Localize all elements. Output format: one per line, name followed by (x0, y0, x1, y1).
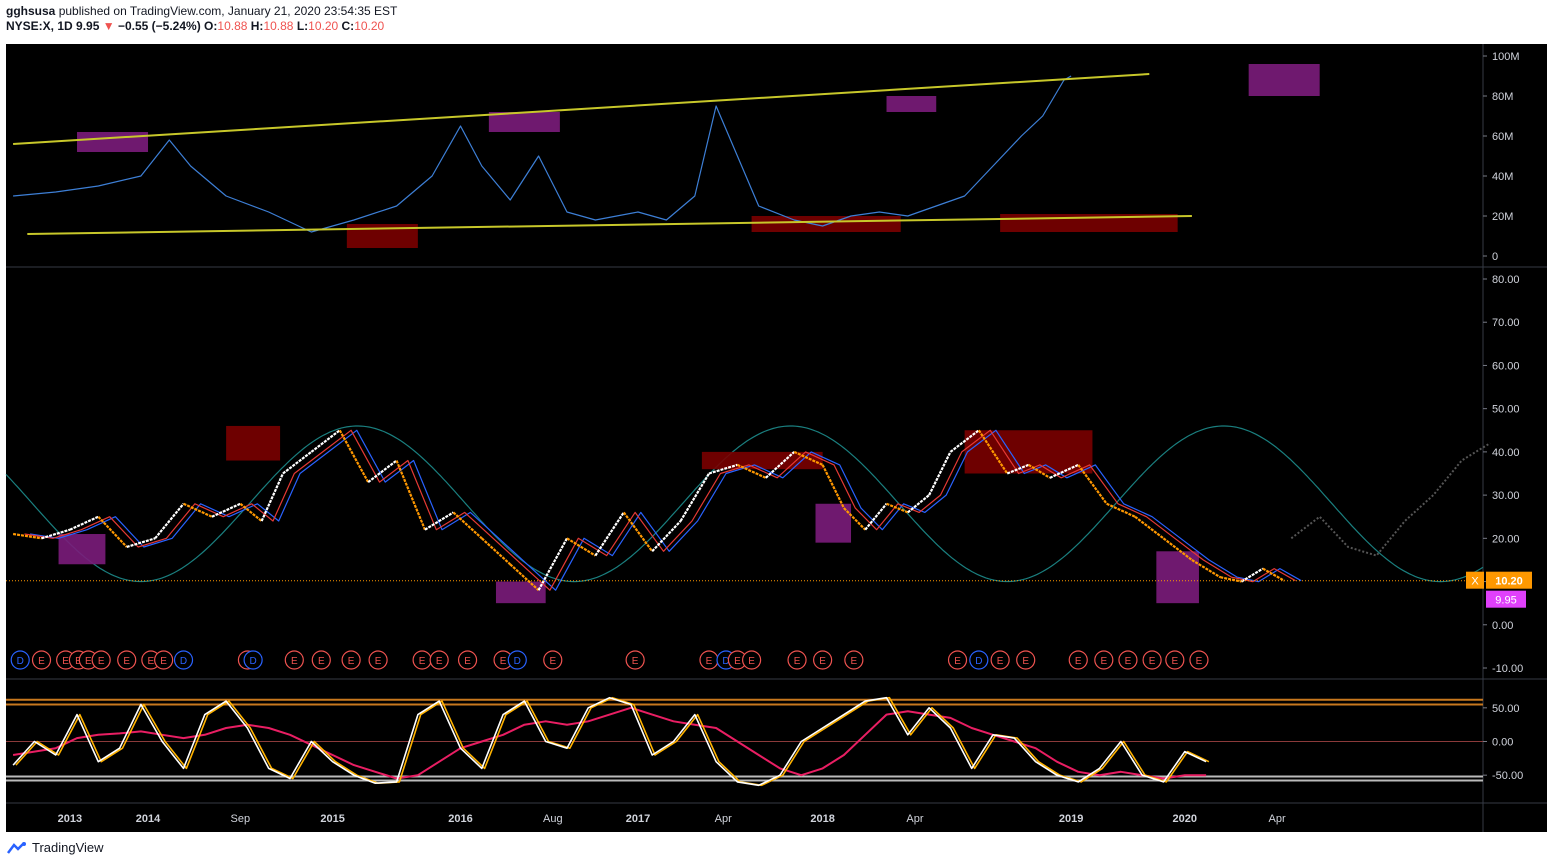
x-axis-tick-label: Apr (1269, 813, 1286, 825)
x-axis-tick-label: 2015 (320, 813, 344, 825)
y-axis-tick-label: 70.00 (1492, 317, 1520, 329)
footer-brand[interactable]: TradingView (32, 840, 104, 855)
event-label: E (419, 656, 426, 667)
event-label: E (348, 656, 355, 667)
event-label: E (436, 656, 443, 667)
y-axis-tick-label: -10.00 (1492, 663, 1523, 675)
y-axis-tick-label: 0 (1492, 251, 1498, 263)
event-label: E (85, 656, 92, 667)
event-label: E (706, 656, 713, 667)
event-label: E (38, 656, 45, 667)
event-label: E (734, 656, 741, 667)
event-label: E (549, 656, 556, 667)
event-label: E (997, 656, 1004, 667)
y-axis-tick-label: 60M (1492, 131, 1513, 143)
x-axis-tick-label: 2019 (1059, 813, 1083, 825)
y-axis-tick-label: 40M (1492, 171, 1513, 183)
event-label: D (975, 656, 982, 667)
event-label: E (148, 656, 155, 667)
purple-highlight-box (886, 96, 937, 112)
last-price-badge-label: 10.20 (1495, 576, 1523, 588)
red-highlight-box (751, 216, 901, 232)
y-axis-tick-label: 0.00 (1492, 737, 1513, 749)
event-label: E (819, 656, 826, 667)
x-axis-tick-label: 2020 (1173, 813, 1197, 825)
event-label: E (794, 656, 801, 667)
x-axis-tick-label: 2018 (810, 813, 834, 825)
purple-highlight-box (77, 132, 149, 152)
y-axis-tick-label: 60.00 (1492, 360, 1520, 372)
event-label: D (249, 656, 256, 667)
event-label: E (62, 656, 69, 667)
event-label: D (514, 656, 521, 667)
x-axis-tick-label: 2016 (448, 813, 472, 825)
event-label: E (1171, 656, 1178, 667)
event-label: E (375, 656, 382, 667)
event-label: D (180, 656, 187, 667)
x-axis-tick-label: Apr (906, 813, 923, 825)
y-axis-tick-label: 80M (1492, 91, 1513, 103)
event-label: E (464, 656, 471, 667)
symbol-badge-label: X (1471, 576, 1479, 588)
second-price-badge-label: 9.95 (1495, 595, 1516, 607)
event-label: E (1100, 656, 1107, 667)
event-label: E (500, 656, 507, 667)
x-axis-tick-label: 2014 (136, 813, 161, 825)
y-axis-tick-label: 20.00 (1492, 533, 1520, 545)
event-label: E (1149, 656, 1156, 667)
event-label: E (1125, 656, 1132, 667)
x-axis-tick-label: Sep (231, 813, 251, 825)
chart-canvas[interactable]: 100M 80M 60M 40M 20M 0 80.00 70.00 60.00 50.00 40.… (0, 0, 1554, 868)
event-label: D (17, 656, 24, 667)
event-label: E (160, 656, 167, 667)
footer: TradingView (6, 840, 104, 855)
purple-highlight-box (495, 581, 546, 604)
red-highlight-box (701, 451, 823, 470)
event-label: E (318, 656, 325, 667)
y-axis-tick-label: 40.00 (1492, 447, 1520, 459)
x-axis-tick-label: 2017 (626, 813, 650, 825)
event-label: E (632, 656, 639, 667)
event-label: E (1022, 656, 1029, 667)
y-axis-tick-label: -50.00 (1492, 770, 1523, 782)
event-label: E (954, 656, 961, 667)
x-axis-tick-label: Aug (543, 813, 563, 825)
tradingview-logo-icon (7, 841, 26, 854)
y-axis-tick-label: 0.00 (1492, 620, 1513, 632)
event-label: E (748, 656, 755, 667)
y-axis-tick-label: 50.00 (1492, 703, 1520, 715)
y-axis-tick-label: 20M (1492, 211, 1513, 223)
event-label: E (1196, 656, 1203, 667)
x-axis-tick-label: 2013 (58, 813, 82, 825)
event-label: E (123, 656, 130, 667)
y-axis-tick-label: 80.00 (1492, 274, 1520, 286)
purple-highlight-box (1156, 551, 1199, 604)
event-label: E (98, 656, 105, 667)
purple-highlight-box (58, 534, 106, 565)
event-label: E (1075, 656, 1082, 667)
event-label: E (851, 656, 858, 667)
red-highlight-box (226, 425, 281, 461)
purple-highlight-box (1248, 64, 1320, 96)
y-axis-tick-label: 100M (1492, 51, 1520, 63)
y-axis-tick-label: 30.00 (1492, 490, 1520, 502)
x-axis-tick-label: Apr (715, 813, 732, 825)
event-label: E (291, 656, 298, 667)
y-axis-tick-label: 50.00 (1492, 404, 1520, 416)
